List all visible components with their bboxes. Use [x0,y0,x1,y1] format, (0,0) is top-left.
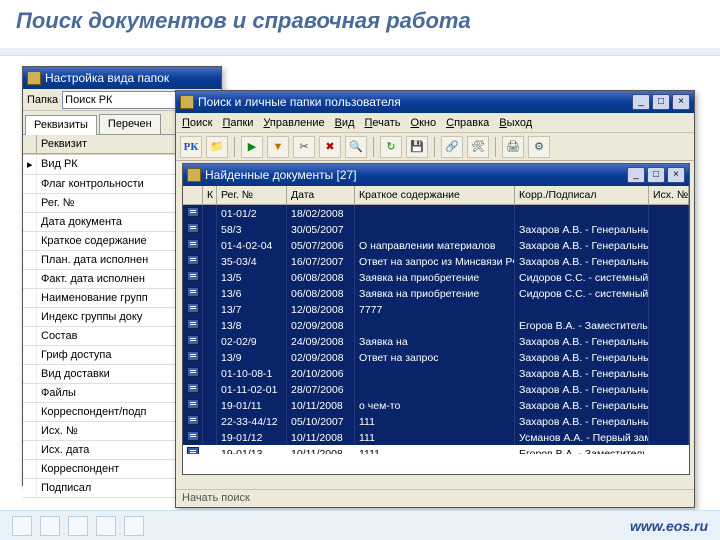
document-icon [187,367,199,377]
doc-close-button[interactable]: × [667,167,685,183]
doc-minimize-button[interactable]: _ [627,167,645,183]
col-k[interactable]: К [203,186,217,205]
close-button[interactable]: × [672,94,690,110]
documents-title: Найденные документы [27] [205,168,357,182]
table-row[interactable]: 01-4-02-0405/07/2006О направлении матери… [183,237,689,253]
folder-label: Папка [27,94,58,106]
document-icon [187,399,199,409]
find-icon[interactable]: 🔍 [345,136,367,158]
document-icon [187,335,199,345]
search-title: Поиск и личные папки пользователя [198,95,401,109]
document-icon [187,223,199,233]
tab-requisites[interactable]: Реквизиты [25,115,97,135]
table-row[interactable]: 01-11-02-0128/07/2006Захаров А.В. - Гене… [183,381,689,397]
document-icon [187,447,199,454]
footer-icon-2[interactable] [40,516,60,536]
col-isx[interactable]: Исх. № [649,186,689,205]
table-row[interactable]: 01-10-08-120/10/2006Захаров А.В. - Генер… [183,365,689,381]
scissors-icon[interactable]: ✂ [293,136,315,158]
table-row[interactable]: 13/902/09/2008Ответ на запросЗахаров А.В… [183,349,689,365]
documents-window: Найденные документы [27] _ □ × К Рег. № … [182,163,690,475]
save-icon[interactable]: 💾 [406,136,428,158]
table-row[interactable]: 19-01/1310/11/20081111Егоров В.А. - Заме… [183,445,689,454]
folder-button[interactable]: 📁 [206,136,228,158]
footer-icon-1[interactable] [12,516,32,536]
table-row[interactable]: 58/330/05/2007Захаров А.В. - Генеральный [183,221,689,237]
tab-list[interactable]: Перечен [99,114,161,134]
search-app-icon [180,95,194,109]
menu-item[interactable]: Поиск [182,117,212,129]
status-text: Начать поиск [182,492,250,504]
menu-item[interactable]: Управление [263,117,324,129]
next-button[interactable]: ▶ [241,136,263,158]
settings-titlebar[interactable]: Настройка вида папок [23,67,221,89]
table-row[interactable]: 13/606/08/2008Заявка на приобретениеСидо… [183,285,689,301]
maximize-button[interactable]: □ [652,94,670,110]
menu-item[interactable]: Печать [365,117,401,129]
document-icon [187,287,199,297]
page-footer: www.eos.ru [0,510,720,540]
toolbar: РК 📁 ▶ ▼ ✂ ✖ 🔍 ↻ 💾 🔗 🛠 🖨 ⚙ [176,133,694,161]
col-corr[interactable]: Корр./Подписал [515,186,649,205]
menu-item[interactable]: Папки [222,117,253,129]
col-date[interactable]: Дата [287,186,355,205]
menu-item[interactable]: Окно [411,117,437,129]
menu-item[interactable]: Выход [499,117,532,129]
table-row[interactable]: 35-03/416/07/2007Ответ на запрос из Минс… [183,253,689,269]
footer-icon-5[interactable] [124,516,144,536]
table-row[interactable]: 13/712/08/20087777 [183,301,689,317]
document-icon [187,303,199,313]
table-row[interactable]: 02-02/924/09/2008Заявка наЗахаров А.В. -… [183,333,689,349]
table-row[interactable]: 13/802/09/2008Егоров В.А. - Заместитель … [183,317,689,333]
table-row[interactable]: 01-01/218/02/2008 [183,205,689,221]
minimize-button[interactable]: _ [632,94,650,110]
settings-app-icon [27,71,41,85]
delete-icon[interactable]: ✖ [319,136,341,158]
table-row[interactable]: 13/506/08/2008Заявка на приобретениеСидо… [183,269,689,285]
table-row[interactable]: 19-01/1110/11/2008о чем-тоЗахаров А.В. -… [183,397,689,413]
document-icon [187,415,199,425]
document-icon [187,319,199,329]
table-row[interactable]: 22-33-44/1205/10/2007111Захаров А.В. - Г… [183,413,689,429]
footer-url[interactable]: www.eos.ru [630,518,708,534]
rk-button[interactable]: РК [180,136,202,158]
document-icon [187,431,199,441]
print-icon[interactable]: 🖨 [502,136,524,158]
doc-maximize-button[interactable]: □ [647,167,665,183]
col-reg[interactable]: Рег. № [217,186,287,205]
page-title: Поиск документов и справочная работа [16,8,471,34]
search-window: Поиск и личные папки пользователя _ □ × … [175,90,695,508]
document-icon [187,271,199,281]
refresh-icon[interactable]: ↻ [380,136,402,158]
menu-item[interactable]: Справка [446,117,489,129]
documents-app-icon [187,168,201,182]
statusbar: Начать поиск [176,489,694,507]
document-icon [187,383,199,393]
settings-title: Настройка вида папок [45,71,169,85]
document-icon [187,239,199,249]
menu-item[interactable]: Вид [335,117,355,129]
footer-icon-3[interactable] [68,516,88,536]
documents-titlebar[interactable]: Найденные документы [27] _ □ × [183,164,689,186]
document-icon [187,207,199,217]
documents-grid[interactable]: К Рег. № Дата Краткое содержание Корр./П… [183,186,689,454]
settings-icon[interactable]: ⚙ [528,136,550,158]
tool-icon[interactable]: 🛠 [467,136,489,158]
link-icon[interactable]: 🔗 [441,136,463,158]
document-icon [187,255,199,265]
table-row[interactable]: 19-01/1210/11/2008111Усманов А.А. - Перв… [183,429,689,445]
search-titlebar[interactable]: Поиск и личные папки пользователя _ □ × [176,91,694,113]
document-icon [187,351,199,361]
filter-button[interactable]: ▼ [267,136,289,158]
footer-icon-4[interactable] [96,516,116,536]
menubar: Поиск Папки Управление Вид Печать Окно Справка… [176,113,694,133]
col-summary[interactable]: Краткое содержание [355,186,515,205]
